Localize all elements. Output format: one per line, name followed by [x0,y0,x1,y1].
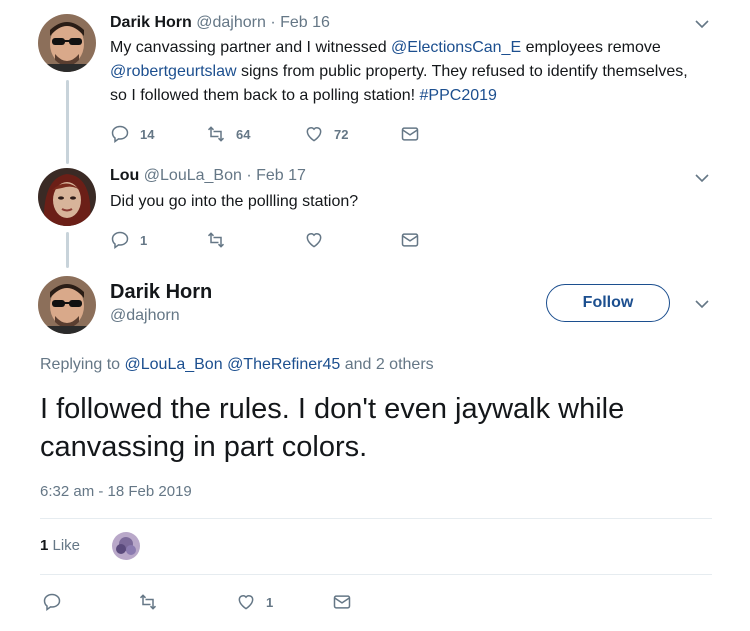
tweet1-date[interactable]: Feb 16 [280,14,330,31]
retweet-button[interactable] [206,230,226,250]
main-tweet-text: I followed the rules. I don't even jaywa… [40,393,625,463]
tweet-timestamp[interactable]: 6:32 am - 18 Feb 2019 [40,483,192,500]
avatar-darik-horn[interactable] [38,276,96,334]
reply-count: 1 [140,232,148,248]
reply-button[interactable] [42,592,62,612]
tweet1-header: Darik Horn @dajhorn · Feb 16 [110,14,330,32]
tweet1-author-name[interactable]: Darik Horn [110,14,192,31]
reply-icon [111,231,129,249]
direct-message-button[interactable] [332,592,352,612]
direct-message-button[interactable] [400,230,420,250]
tweet1-text: My canvassing partner and I witnessed @E… [110,36,700,108]
reply-button[interactable]: 14 [110,124,154,144]
like-count: 72 [334,126,349,142]
tweet2-separator: · [246,167,252,184]
mail-icon [401,127,419,141]
like-button[interactable] [304,230,324,250]
mention-link[interactable]: @robertgeurtslaw [110,63,237,80]
retweet-icon [207,126,225,142]
tweet2-header: Lou @LouLa_Bon · Feb 17 [110,167,306,185]
liker-avatar[interactable] [112,532,140,560]
thread-line [66,80,69,164]
reply-count: 14 [140,126,155,142]
thread-line [66,232,69,268]
retweet-count: 64 [236,126,251,142]
main-author-handle[interactable]: @dajhorn [110,307,180,325]
tweet1-text-part: employees remove [521,39,661,56]
like-count: 1 [266,594,274,610]
retweet-icon [139,594,157,610]
chevron-down-icon[interactable] [694,296,710,312]
tweet2-author-handle[interactable]: @LouLa_Bon [144,167,242,184]
divider [40,518,712,519]
likes-stat[interactable]: 1 Like [40,537,80,554]
divider [40,574,712,575]
hashtag-link[interactable]: #PPC2019 [420,87,497,104]
reply-icon [111,125,129,143]
likes-label: Like [48,537,81,554]
tweet1-text-part: My canvassing partner and I witnessed [110,39,392,56]
mention-link[interactable]: @LouLa_Bon [125,356,223,373]
mail-icon [401,233,419,247]
retweet-icon [207,232,225,248]
main-author-name[interactable]: Darik Horn [110,281,212,304]
tweet2-author-name[interactable]: Lou [110,167,139,184]
retweet-button[interactable] [138,592,158,612]
chevron-down-icon[interactable] [694,16,710,32]
heart-icon [306,233,322,248]
replying-prefix: Replying to [40,356,125,373]
like-button[interactable]: 1 [236,592,273,612]
mention-link[interactable]: @TheRefiner45 [227,356,340,373]
tweet2-date[interactable]: Feb 17 [256,167,306,184]
reply-button[interactable]: 1 [110,230,147,250]
heart-icon [306,127,322,142]
like-button[interactable]: 72 [304,124,348,144]
replying-to: Replying to @LouLa_Bon @TheRefiner45 and… [40,356,434,374]
replying-suffix[interactable]: and 2 others [340,356,434,373]
mention-link[interactable]: @ElectionsCan_E [391,39,521,56]
direct-message-button[interactable] [400,124,420,144]
tweet1-separator: · [270,14,276,31]
reply-icon [43,593,61,611]
retweet-button[interactable]: 64 [206,124,250,144]
tweet1-author-handle[interactable]: @dajhorn [196,14,266,31]
avatar-darik-horn[interactable] [38,14,96,72]
heart-icon [238,595,254,610]
mail-icon [333,595,351,609]
follow-button[interactable]: Follow [546,284,670,322]
tweet2-text: Did you go into the pollling station? [110,193,359,210]
chevron-down-icon[interactable] [694,170,710,186]
avatar-lou[interactable] [38,168,96,226]
